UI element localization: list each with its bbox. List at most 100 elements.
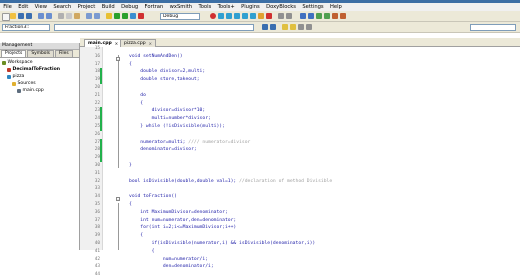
management-title: Management	[0, 43, 79, 50]
jump-forward-icon[interactable]	[270, 24, 276, 30]
jump-back-icon[interactable]	[262, 24, 268, 30]
code-line[interactable]: 28 denominator=divisor;	[80, 146, 520, 155]
code-editor[interactable]: - - 15 16 void setNumAndDen() 17{18 double …	[80, 45, 520, 277]
menu-item-doxyblocks[interactable]: DoxyBlocks	[263, 3, 299, 11]
run-chm-icon[interactable]	[340, 13, 346, 19]
code-line[interactable]: 25 } while (!isDivisible(multi));	[80, 123, 520, 131]
undo-icon[interactable]	[38, 13, 44, 19]
code-line[interactable]: 30}	[80, 162, 520, 170]
code-line[interactable]: 24 multi=number*divisor;	[80, 115, 520, 123]
incremental-search-input[interactable]	[470, 23, 516, 31]
step-into-icon[interactable]	[234, 13, 240, 19]
stop-debugger-icon[interactable]	[266, 13, 272, 19]
code-line[interactable]: 20	[80, 84, 520, 92]
code-line[interactable]: 44	[80, 271, 520, 279]
tree-item[interactable]: Workspace	[2, 60, 33, 66]
copy-icon[interactable]	[66, 13, 72, 19]
code-line[interactable]: 41 {	[80, 248, 520, 256]
management-panel: Management Projects Symbols Files Workspac…	[0, 43, 80, 250]
rebuild-icon[interactable]	[130, 13, 136, 19]
menu-item-build[interactable]: Build	[99, 3, 118, 11]
tree-item[interactable]: main.cpp	[17, 88, 44, 94]
debug-windows-icon[interactable]	[278, 13, 284, 19]
find-icon[interactable]	[86, 13, 92, 19]
code-line[interactable]: 17 {	[80, 61, 520, 69]
code-line[interactable]: 23 divisor=divisor*10;	[80, 107, 520, 116]
menu-item-plugins[interactable]: Plugins	[238, 3, 263, 11]
various-info-icon[interactable]	[286, 13, 292, 19]
code-line[interactable]: 37 int num=numerator,den=denominator;	[80, 217, 520, 225]
menu-item-search[interactable]: Search	[50, 3, 74, 11]
code-line[interactable]: 27 numerator=multi; //// numerator=divis…	[80, 138, 520, 147]
code-line[interactable]: 19 double store,takeout;	[80, 76, 520, 84]
selected-text-icon[interactable]	[290, 24, 296, 30]
cut-icon[interactable]	[58, 13, 64, 19]
line-comment-icon[interactable]	[324, 13, 330, 19]
code-line[interactable]: 38 for(int i=2;i<=MaximumDivisor;i++)	[80, 224, 520, 232]
menu-item-fortran[interactable]: Fortran	[141, 3, 166, 11]
code-line[interactable]: 43 den=denominator/i;	[80, 263, 520, 271]
new-file-icon[interactable]	[2, 13, 10, 21]
tree-item[interactable]: pizza	[7, 74, 24, 80]
line-number: 30	[94, 163, 100, 168]
code-line[interactable]: 42 num=numerator/i;	[80, 256, 520, 264]
menu-item-help[interactable]: Help	[327, 3, 345, 11]
build-and-run-icon[interactable]	[122, 13, 128, 19]
code-line[interactable]: 32 bool isDivisible(double,double val=1);…	[80, 178, 520, 186]
extract-docs-icon[interactable]	[308, 13, 314, 19]
build-icon[interactable]	[106, 13, 112, 19]
run-icon[interactable]	[114, 13, 120, 19]
code-line[interactable]: 33	[80, 185, 520, 193]
replace-icon[interactable]	[94, 13, 100, 19]
code-line[interactable]: 22 {	[80, 100, 520, 108]
menu-item-tools[interactable]: Tools	[195, 3, 214, 11]
redo-icon[interactable]	[46, 13, 52, 19]
break-debugger-icon[interactable]	[258, 13, 264, 19]
tab-symbols[interactable]: Symbols	[27, 50, 54, 57]
step-out-icon[interactable]	[242, 13, 248, 19]
doxyblocks-icon[interactable]	[300, 13, 306, 19]
menu-item-edit[interactable]: Edit	[15, 3, 31, 11]
code-line[interactable]: 39 {	[80, 232, 520, 240]
paste-icon[interactable]	[74, 13, 80, 19]
tab-files[interactable]: Files	[54, 50, 73, 57]
code-line[interactable]: 26	[80, 131, 520, 139]
code-completion-scope-select[interactable]: Fraction3::	[2, 23, 50, 31]
code-line[interactable]: 16 void setNumAndDen()	[80, 53, 520, 61]
open-folder-icon[interactable]	[10, 13, 16, 19]
run-to-cursor-icon[interactable]	[218, 13, 224, 19]
menu-item-debug[interactable]: Debug	[118, 3, 141, 11]
match-case-icon[interactable]	[298, 24, 304, 30]
code-line[interactable]: 29	[80, 154, 520, 162]
menu-item-settings[interactable]: Settings	[299, 3, 327, 11]
code-line[interactable]: 35 {	[80, 201, 520, 209]
save-all-icon[interactable]	[26, 13, 32, 19]
regex-icon[interactable]	[306, 24, 312, 30]
save-icon[interactable]	[18, 13, 24, 19]
tab-projects[interactable]: Projects	[1, 50, 27, 57]
code-line[interactable]: 21 do	[80, 92, 520, 100]
code-line[interactable]: 40 if(isDivisible(numerator,i) && isDivi…	[80, 240, 520, 248]
code-line[interactable]: 31	[80, 170, 520, 178]
menu-item-view[interactable]: View	[31, 3, 50, 11]
highlight-icon[interactable]	[282, 24, 288, 30]
code-line[interactable]: 15	[80, 45, 520, 53]
next-line-icon[interactable]	[226, 13, 232, 19]
code-line[interactable]: 18 double divisor=2,multi;	[80, 68, 520, 77]
menu-item-project[interactable]: Project	[74, 3, 98, 11]
menu-item-wxsmith[interactable]: wxSmith	[166, 3, 195, 11]
tree-item-label: Sources	[17, 81, 36, 86]
run-html-icon[interactable]	[332, 13, 338, 19]
next-instruction-icon[interactable]	[250, 13, 256, 19]
debug-icon[interactable]	[210, 13, 216, 19]
code-line[interactable]: 34 void toFraction()	[80, 193, 520, 201]
code-line[interactable]: 36 int MaximumDivisor=denominator;	[80, 209, 520, 217]
menu-item-tools-[interactable]: Tools+	[214, 3, 238, 11]
tree-item[interactable]: DecimalToFraction	[7, 67, 60, 73]
abort-icon[interactable]	[138, 13, 144, 19]
code-completion-symbol-select[interactable]	[54, 23, 254, 31]
build-target-select[interactable]: Debug	[160, 12, 200, 20]
menu-item-file[interactable]: File	[0, 3, 15, 11]
block-comment-icon[interactable]	[316, 13, 322, 19]
tree-item[interactable]: Sources	[12, 81, 36, 87]
